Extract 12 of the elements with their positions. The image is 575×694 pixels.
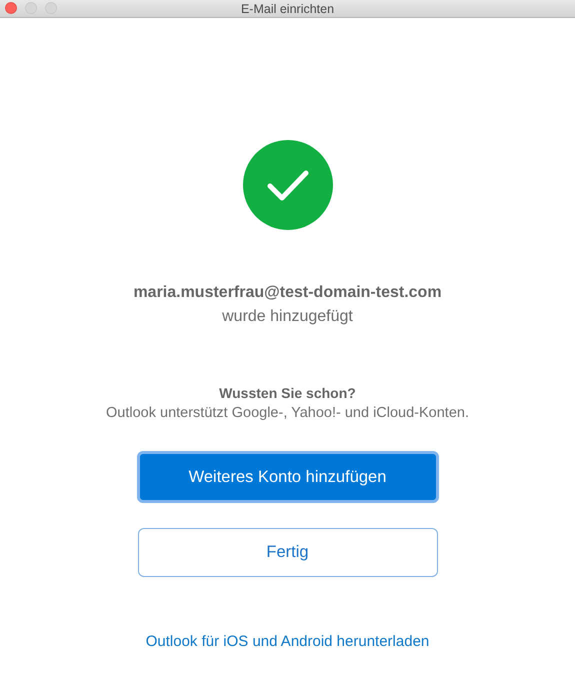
add-account-button[interactable]: Weiteres Konto hinzufügen xyxy=(136,451,438,503)
tip-text: Outlook unterstützt Google-, Yahoo!- und iCloud-Konten. xyxy=(106,405,469,421)
zoom-icon[interactable] xyxy=(45,2,57,14)
account-email: maria.musterfrau@test-domain-test.com xyxy=(133,284,442,302)
minimize-icon[interactable] xyxy=(25,2,37,14)
tip-heading: Wussten Sie schon? xyxy=(219,385,356,401)
status-message: wurde hinzugefügt xyxy=(222,308,353,326)
done-button[interactable]: Fertig xyxy=(138,528,438,577)
checkmark-icon xyxy=(242,140,332,230)
download-link[interactable]: Outlook für iOS und Android herunterladen xyxy=(146,633,430,650)
window-title: E-Mail einrichten xyxy=(240,2,334,16)
close-icon[interactable] xyxy=(5,2,17,14)
